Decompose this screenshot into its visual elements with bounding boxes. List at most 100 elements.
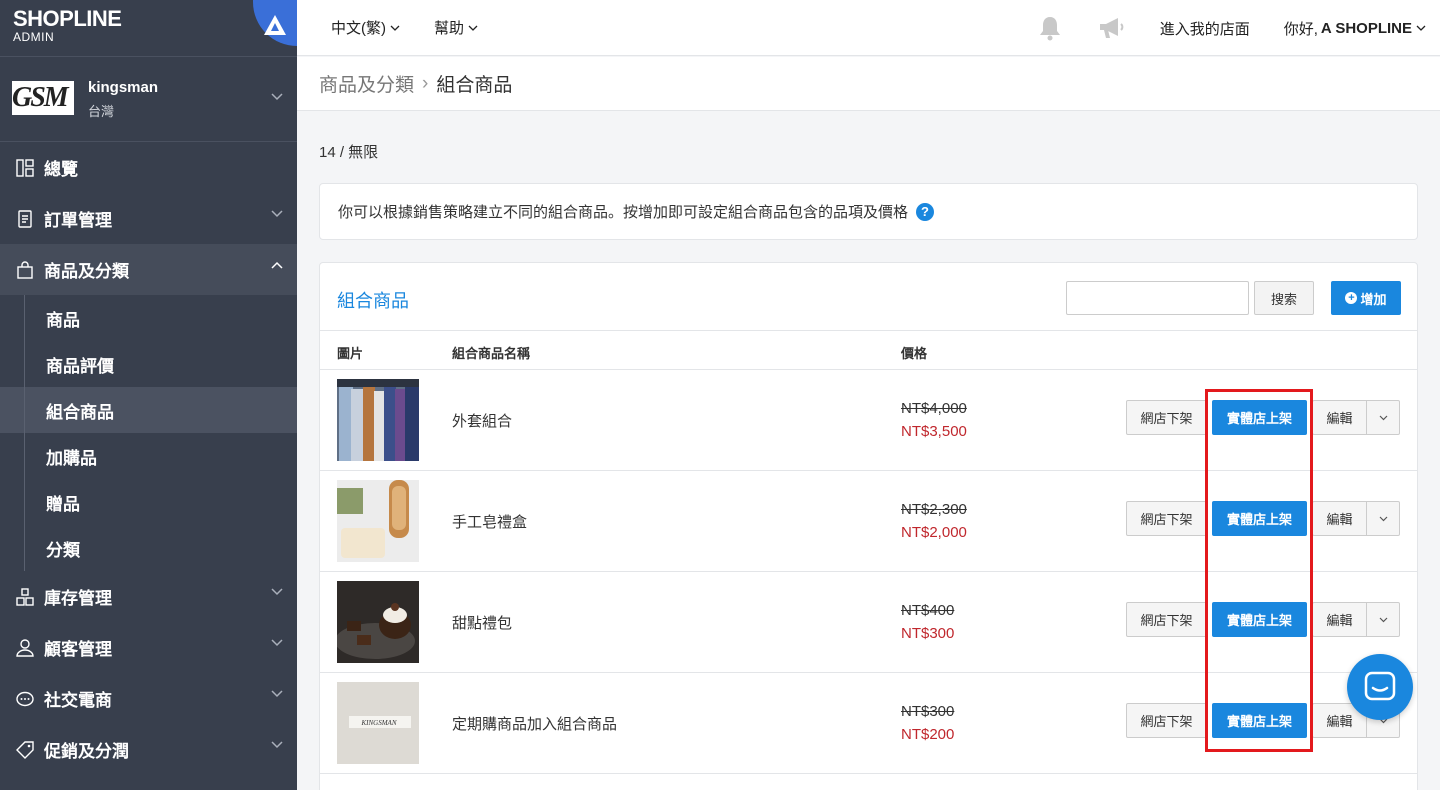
- brand-logo[interactable]: SHOPLINE: [13, 8, 122, 30]
- bundle-name: 手工皂禮盒: [452, 514, 528, 531]
- bundles-panel: 組合商品 搜索 + 增加 圖片 組合商品名稱 價格 外套組合 NT$4,000 …: [319, 262, 1418, 790]
- add-button-label: 增加: [1360, 291, 1387, 307]
- sidebar-subitem-categories[interactable]: 分類: [0, 525, 297, 571]
- original-price: NT$300: [901, 703, 955, 720]
- panel-header: 組合商品 搜索 + 增加: [320, 263, 1417, 331]
- sidebar-subitem-reviews[interactable]: 商品評價: [0, 341, 297, 387]
- product-thumbnail[interactable]: [337, 480, 419, 562]
- chevron-down-icon: [1379, 617, 1387, 622]
- sale-price: NT$300: [901, 625, 955, 642]
- bag-icon: [16, 260, 34, 279]
- chevron-down-icon: [390, 25, 400, 31]
- edit-button[interactable]: 編輯: [1312, 501, 1366, 536]
- breadcrumb: 商品及分類 › 組合商品: [297, 57, 1440, 111]
- username-label: A SHOPLINE: [1320, 19, 1412, 37]
- user-menu[interactable]: 你好, A SHOPLINE: [1284, 18, 1426, 39]
- edit-button[interactable]: 編輯: [1312, 602, 1366, 637]
- enter-store-link[interactable]: 進入我的店面: [1160, 18, 1250, 39]
- product-thumbnail[interactable]: [337, 379, 419, 461]
- megaphone-icon[interactable]: [1098, 16, 1126, 40]
- help-label: 幫助: [434, 20, 465, 37]
- chevron-down-icon: [271, 93, 283, 101]
- table-row: 手工皂禮盒 NT$2,300 NT$2,000 網店下架 實體店上架 編輯: [320, 471, 1417, 572]
- retail-publish-button[interactable]: 實體店上架: [1212, 501, 1307, 536]
- info-box: 你可以根據銷售策略建立不同的組合商品。按增加即可設定組合商品包含的品項及價格 ?: [319, 183, 1418, 240]
- sidebar-item-label: 總覽: [44, 160, 78, 179]
- chevron-down-icon: [468, 25, 478, 31]
- original-price: NT$400: [901, 602, 955, 619]
- retail-publish-button[interactable]: 實體店上架: [1212, 602, 1307, 637]
- sale-price: NT$3,500: [901, 423, 967, 440]
- column-price: 價格: [901, 346, 928, 361]
- chevron-down-icon: [271, 690, 283, 698]
- chevron-up-icon: [271, 261, 283, 269]
- chat-launcher[interactable]: [1347, 654, 1413, 720]
- search-button[interactable]: 搜索: [1254, 281, 1314, 315]
- store-logo: GSM: [12, 81, 74, 115]
- bundle-name: 外套組合: [452, 413, 513, 430]
- chevron-down-icon: [1379, 415, 1387, 420]
- inventory-icon: [16, 587, 34, 606]
- sidebar-item-label: 促銷及分潤: [44, 742, 129, 761]
- table-row: KINGSMAN 定期購商品加入組合商品 NT$300 NT$200 網店下架 …: [320, 673, 1417, 774]
- sidebar-item-orders[interactable]: 訂單管理: [0, 193, 297, 244]
- sidebar-item-promotions[interactable]: 促銷及分潤: [0, 724, 297, 775]
- greeting-label: 你好,: [1283, 20, 1318, 38]
- bundle-name: 甜點禮包: [452, 615, 513, 632]
- more-actions-button[interactable]: [1366, 400, 1400, 435]
- logo-area: SHOPLINE ADMIN: [0, 0, 297, 56]
- add-button[interactable]: + 增加: [1331, 281, 1401, 315]
- chevron-down-icon: [271, 639, 283, 647]
- sidebar-item-social[interactable]: 社交電商: [0, 673, 297, 724]
- sidebar-subitem-gifts[interactable]: 贈品: [0, 479, 297, 525]
- sidebar: SHOPLINE ADMIN GSM kingsman 台灣 總覽 訂單管理 商…: [0, 0, 297, 790]
- dashboard-icon: [16, 158, 34, 177]
- sidebar-item-overview[interactable]: 總覽: [0, 142, 297, 193]
- chevron-down-icon: [271, 588, 283, 596]
- product-thumbnail[interactable]: [337, 581, 419, 663]
- search-input[interactable]: [1066, 281, 1249, 315]
- help-menu[interactable]: 幫助: [434, 17, 478, 38]
- tag-icon: [16, 740, 34, 759]
- sidebar-item-inventory[interactable]: 庫存管理: [0, 571, 297, 622]
- sidebar-item-customers[interactable]: 顧客管理: [0, 622, 297, 673]
- edit-button[interactable]: 編輯: [1312, 400, 1366, 435]
- orders-icon: [16, 209, 34, 228]
- chat-icon: [16, 690, 34, 708]
- product-thumbnail[interactable]: KINGSMAN: [337, 682, 419, 764]
- more-actions-button[interactable]: [1366, 501, 1400, 536]
- online-unpublish-button[interactable]: 網店下架: [1126, 703, 1207, 738]
- sidebar-item-label: 訂單管理: [44, 211, 112, 230]
- bell-icon[interactable]: [1038, 15, 1062, 41]
- table-header: 圖片 組合商品名稱 價格: [320, 331, 1417, 370]
- breadcrumb-parent[interactable]: 商品及分類: [319, 70, 414, 97]
- plus-circle-icon: +: [1345, 292, 1358, 304]
- breadcrumb-separator-icon: ›: [422, 72, 429, 94]
- sidebar-subitem-products[interactable]: 商品: [0, 295, 297, 341]
- online-unpublish-button[interactable]: 網店下架: [1126, 400, 1207, 435]
- retail-publish-button[interactable]: 實體店上架: [1212, 703, 1307, 738]
- more-actions-button[interactable]: [1366, 602, 1400, 637]
- panel-title: 組合商品: [337, 291, 409, 311]
- sidebar-nav: 總覽 訂單管理 商品及分類 商品 商品評價 組合商品 加購品 贈品 分類 庫存管…: [0, 142, 297, 775]
- store-region: 台灣: [88, 104, 115, 119]
- store-switcher[interactable]: GSM kingsman 台灣: [0, 56, 297, 142]
- sale-price: NT$200: [901, 726, 955, 743]
- bundle-count: 14 / 無限: [319, 144, 379, 161]
- retail-publish-button[interactable]: 實體店上架: [1212, 400, 1307, 435]
- original-price: NT$4,000: [901, 400, 967, 417]
- help-icon[interactable]: ?: [916, 202, 935, 221]
- brand-sub: ADMIN: [13, 30, 55, 44]
- sidebar-subitem-bundles[interactable]: 組合商品: [0, 387, 297, 433]
- language-menu[interactable]: 中文(繁): [331, 17, 400, 38]
- sidebar-item-label: 庫存管理: [44, 589, 112, 608]
- sidebar-item-label: 商品及分類: [44, 262, 129, 281]
- sidebar-item-products[interactable]: 商品及分類: [0, 244, 297, 295]
- top-bar-right: 進入我的店面 你好, A SHOPLINE: [1038, 0, 1440, 56]
- online-unpublish-button[interactable]: 網店下架: [1126, 501, 1207, 536]
- bundle-name: 定期購商品加入組合商品: [452, 716, 618, 733]
- thumbnail-label: KINGSMAN: [361, 719, 397, 727]
- online-unpublish-button[interactable]: 網店下架: [1126, 602, 1207, 637]
- sidebar-subitem-addons[interactable]: 加購品: [0, 433, 297, 479]
- breadcrumb-current: 組合商品: [436, 75, 513, 96]
